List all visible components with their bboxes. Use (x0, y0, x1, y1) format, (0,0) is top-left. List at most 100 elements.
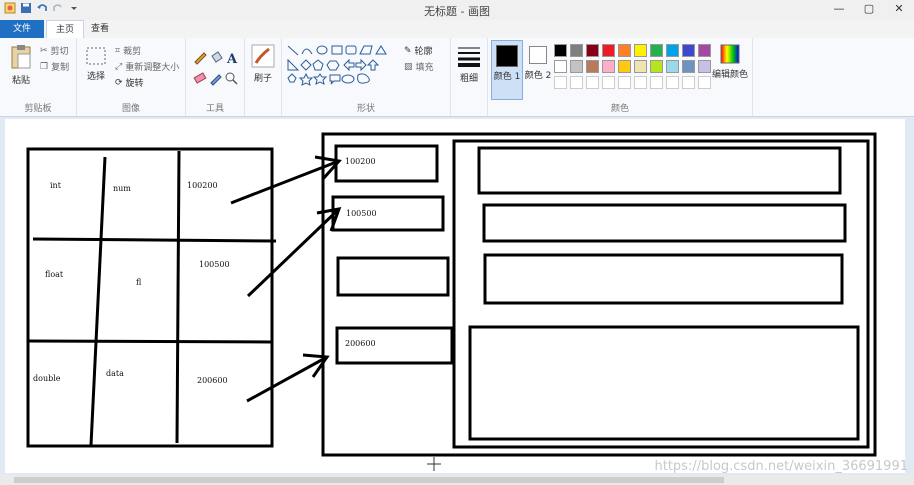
text-icon[interactable]: A (226, 52, 238, 67)
palette-swatch[interactable] (570, 60, 583, 73)
palette-swatch[interactable] (634, 60, 647, 73)
drawing: int num 100200 float fl 100500 double da… (26, 132, 877, 457)
svg-text:A: A (226, 52, 238, 67)
palette-swatch[interactable] (554, 60, 567, 73)
scrollbar-thumb[interactable] (14, 477, 724, 483)
palette-swatch[interactable] (586, 44, 599, 57)
palette-swatch[interactable] (554, 44, 567, 57)
palette-swatch[interactable] (602, 44, 615, 57)
horizontal-scrollbar[interactable] (0, 475, 914, 485)
palette-swatch[interactable] (682, 60, 695, 73)
palette-swatch[interactable] (666, 60, 679, 73)
palette-swatch[interactable] (586, 60, 599, 73)
tab-home[interactable]: 主页 (46, 20, 85, 39)
palette-swatch[interactable] (650, 60, 663, 73)
pencil-icon[interactable] (194, 52, 207, 65)
eraser-icon[interactable] (193, 72, 207, 84)
cut-button[interactable]: ✂ 剪切 (40, 44, 69, 58)
size-button[interactable]: 粗细 (455, 44, 483, 84)
select-label: 选择 (86, 72, 105, 82)
palette-swatch[interactable] (602, 60, 615, 73)
color1-button[interactable]: 颜色 1 (491, 40, 523, 100)
edit-colors-button[interactable]: 编辑颜色 (712, 44, 748, 80)
color1-label: 颜色 1 (493, 72, 521, 82)
select-rect-icon (86, 47, 106, 65)
custom-color-slot[interactable] (698, 76, 711, 89)
rainbow-palette-icon (720, 44, 740, 64)
cell-100200: 100200 (187, 181, 218, 190)
crop-button[interactable]: ⌗ 裁剪 (115, 44, 141, 58)
tools-group: A 工具 (186, 38, 245, 116)
image-group: 选择 ⌗ 裁剪 ⤢ 重新调整大小 ⟳ 旋转 图像 (77, 38, 186, 116)
custom-color-slot[interactable] (570, 76, 583, 89)
close-button[interactable]: ✕ (884, 0, 914, 20)
arrow-2 (246, 207, 342, 298)
memory-block-2 (482, 203, 847, 243)
brushes-button[interactable]: 刷子 (249, 44, 277, 84)
ribbon-tabs: 文件 主页 查看 (0, 20, 914, 39)
color-picker-icon[interactable] (210, 74, 222, 86)
brushes-label: 刷子 (253, 74, 272, 84)
cell-200600: 200600 (197, 376, 228, 385)
shapes-group: ✎ 轮廓 ▨ 填充 形状 (282, 38, 451, 116)
custom-color-slot[interactable] (602, 76, 615, 89)
palette-swatch[interactable] (650, 44, 663, 57)
edit-colors-label: 编辑颜色 (712, 70, 749, 80)
magnifier-icon[interactable] (225, 72, 238, 85)
rotate-button[interactable]: ⟳ 旋转 (115, 76, 144, 90)
memory-inner-frame (452, 139, 870, 449)
palette-swatch[interactable] (682, 44, 695, 57)
crosshair-cursor-icon (427, 457, 441, 471)
size-group: 粗细 (451, 38, 488, 116)
copy-label: 复制 (51, 63, 70, 73)
cell-int: int (50, 181, 62, 190)
palette-swatch[interactable] (618, 44, 631, 57)
shapes-group-label: 形状 (356, 104, 375, 114)
brush-icon (251, 44, 275, 68)
custom-color-slot[interactable] (586, 76, 599, 89)
pointer-text-1: 100200 (345, 157, 376, 166)
palette-swatch[interactable] (634, 44, 647, 57)
copy-icon: ❐ (40, 61, 49, 72)
table-outline (26, 147, 274, 448)
tab-view[interactable]: 查看 (82, 20, 118, 38)
table-hline-2 (27, 339, 273, 344)
cell-100500: 100500 (199, 260, 230, 269)
palette-swatch[interactable] (698, 60, 711, 73)
pointer-text-2: 100500 (346, 209, 377, 218)
palette-swatch[interactable] (618, 60, 631, 73)
canvas-area: int num 100200 float fl 100500 double da… (0, 117, 914, 475)
paste-button[interactable]: 粘贴 (6, 44, 36, 86)
resize-button[interactable]: ⤢ 重新调整大小 (115, 60, 179, 74)
fill-label: 填充 (415, 63, 434, 73)
clipboard-group-label: 剪贴板 (24, 104, 52, 114)
pointer-box-3 (336, 256, 450, 297)
tab-file[interactable]: 文件 (0, 20, 44, 38)
select-button[interactable]: 选择 (82, 46, 110, 82)
fill-bucket-icon[interactable] (211, 51, 223, 63)
minimize-button[interactable]: — (824, 0, 854, 20)
ribbon: 粘贴 ✂ 剪切 ❐ 复制 剪贴板 选择 ⌗ 裁剪 ⤢ 重新调整大小 ⟳ 旋转 图像 A (0, 38, 914, 117)
custom-color-slot[interactable] (666, 76, 679, 89)
window-title: 无标题 - 画图 (424, 5, 490, 18)
copy-button[interactable]: ❐ 复制 (40, 60, 70, 74)
maximize-button[interactable]: ▢ (854, 0, 884, 20)
custom-color-slot[interactable] (682, 76, 695, 89)
custom-color-slot[interactable] (554, 76, 567, 89)
size-label: 粗细 (459, 74, 478, 84)
palette-swatch[interactable] (570, 44, 583, 57)
fill-button[interactable]: ▨ 填充 (404, 60, 434, 74)
custom-color-slot[interactable] (650, 76, 663, 89)
outline-button[interactable]: ✎ 轮廓 (404, 44, 433, 58)
colors-group-label: 颜色 (610, 104, 629, 114)
watermark: https://blog.csdn.net/weixin_36691991 (654, 459, 908, 474)
drawing-canvas[interactable]: int num 100200 float fl 100500 double da… (5, 119, 905, 473)
cell-double: double (33, 374, 61, 383)
custom-color-slot[interactable] (618, 76, 631, 89)
palette-swatch[interactable] (666, 44, 679, 57)
fill-icon: ▨ (404, 61, 413, 72)
shapes-gallery[interactable] (286, 44, 402, 88)
custom-color-slot[interactable] (634, 76, 647, 89)
palette-swatch[interactable] (698, 44, 711, 57)
color2-button[interactable]: 颜色 2 (524, 40, 552, 81)
